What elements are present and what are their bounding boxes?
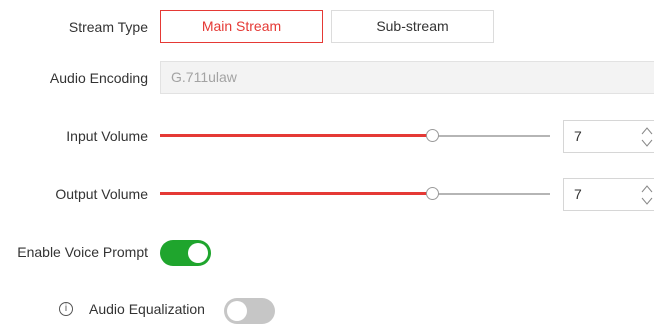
output-volume-slider[interactable] bbox=[160, 187, 550, 201]
slider-thumb[interactable] bbox=[426, 187, 439, 200]
voice-prompt-toggle[interactable] bbox=[160, 240, 211, 266]
audio-encoding-label: Audio Encoding bbox=[49, 70, 148, 86]
output-volume-field[interactable]: 7 bbox=[563, 178, 654, 211]
slider-fill bbox=[160, 192, 433, 195]
output-volume-label: Output Volume bbox=[55, 186, 148, 202]
audio-equalization-label: Audio Equalization bbox=[89, 301, 205, 317]
input-volume-value: 7 bbox=[574, 128, 582, 144]
input-volume-slider[interactable] bbox=[160, 129, 550, 143]
main-stream-button[interactable]: Main Stream bbox=[160, 10, 323, 43]
stepper-arrows-icon[interactable] bbox=[640, 182, 654, 208]
audio-equalization-toggle[interactable] bbox=[224, 298, 275, 324]
slider-fill bbox=[160, 134, 433, 137]
audio-encoding-select[interactable]: G.711ulaw bbox=[160, 61, 654, 94]
input-volume-field[interactable]: 7 bbox=[563, 120, 654, 153]
info-icon: i bbox=[59, 302, 73, 316]
slider-thumb[interactable] bbox=[426, 129, 439, 142]
voice-prompt-label: Enable Voice Prompt bbox=[17, 244, 148, 260]
toggle-knob bbox=[188, 243, 208, 263]
input-volume-label: Input Volume bbox=[66, 128, 148, 144]
output-volume-value: 7 bbox=[574, 186, 582, 202]
sub-stream-button[interactable]: Sub-stream bbox=[331, 10, 494, 43]
stream-type-label: Stream Type bbox=[68, 19, 148, 35]
toggle-knob bbox=[227, 301, 247, 321]
stepper-arrows-icon[interactable] bbox=[640, 124, 654, 150]
